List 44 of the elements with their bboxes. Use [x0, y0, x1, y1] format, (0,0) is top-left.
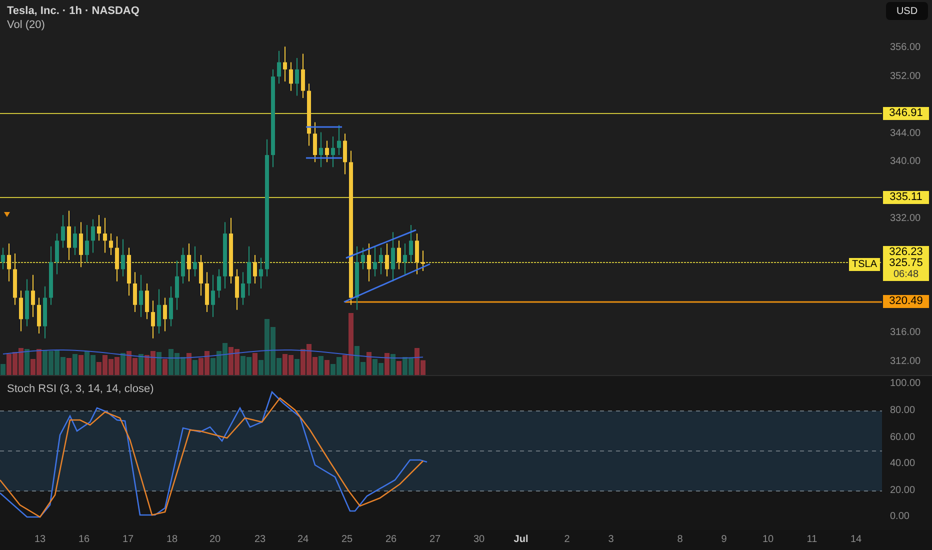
time-axis-label: 13: [34, 534, 46, 546]
price-level-tag: 346.91: [883, 107, 929, 120]
time-axis-label: 16: [78, 534, 90, 546]
time-axis-label: 14: [850, 534, 862, 546]
currency-button[interactable]: USD: [886, 2, 928, 20]
price-axis-label: 356.00: [890, 42, 921, 54]
time-axis-label: 17: [122, 534, 134, 546]
price-axis-label: 332.00: [890, 213, 921, 225]
stoch-axis-label: 60.00: [890, 432, 916, 444]
price-axis-label: 312.00: [890, 356, 921, 368]
price-level-tag: 320.49: [883, 295, 929, 308]
time-axis-label: 18: [166, 534, 178, 546]
price-axis-label: 344.00: [890, 128, 921, 140]
stoch-axis-label: 0.00: [890, 511, 910, 523]
price-level-tag: 335.11: [883, 191, 929, 204]
time-axis-label: 26: [385, 534, 397, 546]
countdown-timer: 06:48: [893, 269, 919, 280]
price-axis-label: 316.00: [890, 327, 921, 339]
stoch-axis-label: 40.00: [890, 458, 916, 470]
time-axis-label: 27: [429, 534, 441, 546]
time-axis-label: 24: [297, 534, 309, 546]
time-axis-label: 23: [254, 534, 266, 546]
time-axis-label: 8: [677, 534, 683, 546]
time-axis-label: 10: [762, 534, 774, 546]
marker-icon: [4, 212, 10, 217]
chart-title: Tesla, Inc. · 1h · NASDAQ: [7, 4, 140, 18]
indicator-title: Stoch RSI (3, 3, 14, 14, close): [7, 382, 154, 397]
time-axis-label: 2: [564, 534, 570, 546]
time-axis-label: 20: [209, 534, 221, 546]
time-axis-label: 25: [341, 534, 353, 546]
time-axis-label: 30: [473, 534, 485, 546]
time-axis-label: 9: [721, 534, 727, 546]
last-price-value: 325.75: [889, 258, 923, 269]
symbol-tag: TSLA: [848, 258, 880, 271]
time-axis-label: 11: [806, 534, 818, 546]
indicator-label: Vol (20): [7, 18, 46, 32]
time-axis-label: Jul: [514, 534, 528, 546]
last-price-value: 326.23: [889, 247, 923, 258]
price-axis-label: 340.00: [890, 156, 921, 168]
price-axis-label: 352.00: [890, 70, 921, 82]
stoch-axis-label: 100.00: [890, 378, 921, 390]
time-axis-label: 3: [608, 534, 614, 546]
stoch-axis-label: 80.00: [890, 405, 916, 417]
stoch-axis-label: 20.00: [890, 485, 916, 497]
